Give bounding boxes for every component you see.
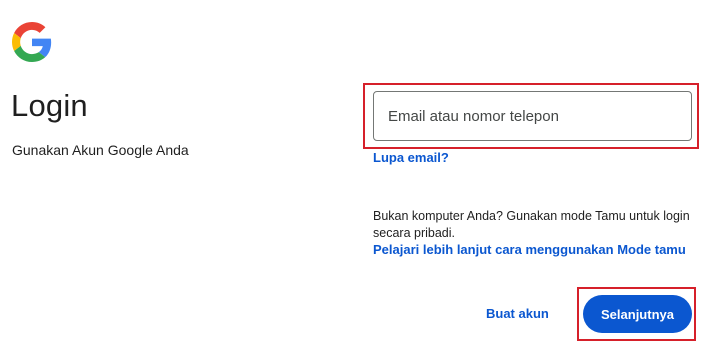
login-page: Login Gunakan Akun Google Anda Lupa emai… xyxy=(0,0,713,350)
next-button[interactable]: Selanjutnya xyxy=(583,295,692,333)
create-account-button[interactable]: Buat akun xyxy=(472,298,563,330)
page-title: Login xyxy=(11,88,88,123)
email-input[interactable] xyxy=(373,91,692,141)
page-subtitle: Gunakan Akun Google Anda xyxy=(12,142,189,158)
google-logo-icon xyxy=(12,22,52,62)
guest-mode-learn-more-link[interactable]: Pelajari lebih lanjut cara menggunakan M… xyxy=(373,242,686,258)
guest-mode-text: Bukan komputer Anda? Gunakan mode Tamu u… xyxy=(373,209,690,240)
forgot-email-link[interactable]: Lupa email? xyxy=(373,150,449,166)
